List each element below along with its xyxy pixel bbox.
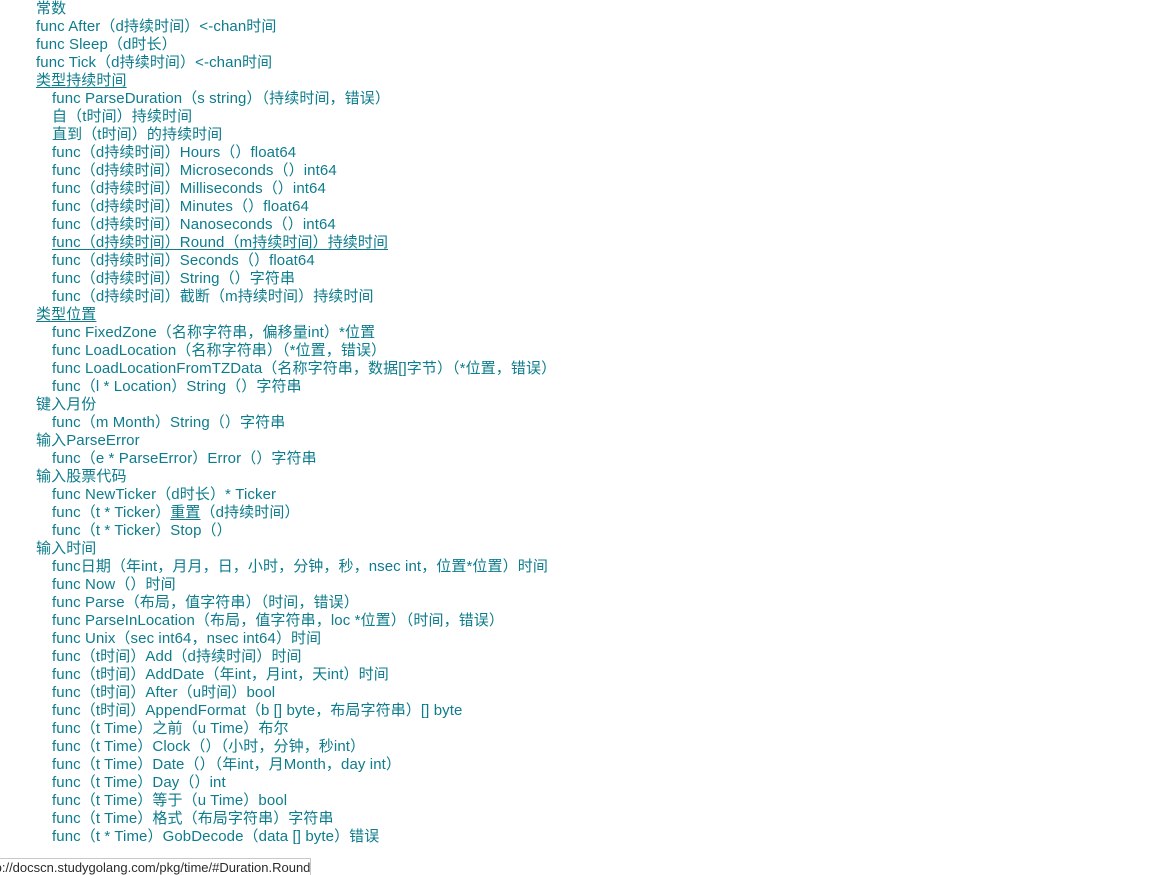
index-section-header: 输入股票代码: [0, 468, 1164, 486]
index-entry-row: 直到（t时间）的持续时间: [0, 126, 1164, 144]
index-entry-link[interactable]: func ParseDuration（s string）（持续时间，错误）: [52, 90, 390, 107]
index-entry-link[interactable]: func（d持续时间）截断（m持续时间）持续时间: [52, 288, 374, 305]
index-entry-link[interactable]: func ParseInLocation（布局，值字符串，loc *位置）（时间…: [52, 612, 504, 629]
index-entry-row: func（d持续时间）String（）字符串: [0, 270, 1164, 288]
index-entry-link[interactable]: func（t Time）Clock（）（小时，分钟，秒int）: [52, 738, 365, 755]
index-entry-row: func日期（年int，月月，日，小时，分钟，秒，nsec int，位置*位置）…: [0, 558, 1164, 576]
index-entry-link[interactable]: func（d持续时间）Nanoseconds（）int64: [52, 216, 336, 233]
index-entry-method-name[interactable]: 重置: [170, 504, 200, 521]
package-index-list: 常数 func After（d持续时间）<-chan时间 func Sleep（d时…: [0, 0, 1164, 846]
index-entry-row: func（t Time）之前（u Time）布尔: [0, 720, 1164, 738]
index-entry-link[interactable]: func（d持续时间）Microseconds（）int64: [52, 162, 337, 179]
index-section-link[interactable]: 输入股票代码: [36, 468, 127, 485]
index-entry-row: 自（t时间）持续时间: [0, 108, 1164, 126]
index-entry-link[interactable]: func（t时间）AppendFormat（b [] byte，布局字符串）[]…: [52, 702, 462, 719]
index-entry-row: func Parse（布局，值字符串）（时间，错误）: [0, 594, 1164, 612]
index-entry-link[interactable]: 自（t时间）持续时间: [52, 108, 192, 125]
index-entry-link[interactable]: func（t Time）等于（u Time）bool: [52, 792, 287, 809]
index-entry-link[interactable]: func（d持续时间）Minutes（）float64: [52, 198, 309, 215]
index-entry-link[interactable]: func（d持续时间）Milliseconds（）int64: [52, 180, 326, 197]
index-section-link[interactable]: 输入ParseError: [36, 432, 140, 449]
index-entry-link[interactable]: 直到（t时间）的持续时间: [52, 126, 222, 143]
index-entry-link[interactable]: func NewTicker（d时长）* Ticker: [52, 486, 276, 503]
index-entry-link[interactable]: func（t Time）Date（）（年int，月Month，day int）: [52, 756, 401, 773]
index-entry-link[interactable]: func Now（）时间: [52, 576, 176, 593]
index-section-header: 类型持续时间: [0, 72, 1164, 90]
index-section-header: 键入月份: [0, 396, 1164, 414]
index-entry-link[interactable]: func（d持续时间）Round（m持续时间）持续时间: [52, 234, 388, 251]
index-entry-row: func（t * Ticker）Stop（）: [0, 522, 1164, 540]
index-section-link[interactable]: 常数: [36, 0, 66, 17]
index-entry-link[interactable]: func（e * ParseError）Error（）字符串: [52, 450, 317, 467]
index-section-link[interactable]: 类型位置: [36, 306, 96, 323]
index-section-header: 类型位置: [0, 306, 1164, 324]
index-entry-link[interactable]: func（t时间）After（u时间）bool: [52, 684, 275, 701]
index-entry-row: func Tick（d持续时间）<-chan时间: [0, 54, 1164, 72]
index-entry-link[interactable]: func（t * Ticker）重置（d持续时间）: [52, 504, 300, 521]
index-section-link[interactable]: 键入月份: [36, 396, 96, 413]
index-entry-row: func（t时间）After（u时间）bool: [0, 684, 1164, 702]
index-entry-row: func（t Time）Date（）（年int，月Month，day int）: [0, 756, 1164, 774]
index-entry-link[interactable]: func Parse（布局，值字符串）（时间，错误）: [52, 594, 359, 611]
index-entry-row: func（t时间）AddDate（年int，月int，天int）时间: [0, 666, 1164, 684]
index-entry-row: func（t Time）格式（布局字符串）字符串: [0, 810, 1164, 828]
index-section-header: 输入时间: [0, 540, 1164, 558]
index-entry-link[interactable]: func（m Month）String（）字符串: [52, 414, 285, 431]
index-entry-row: func LoadLocation（名称字符串）（*位置，错误）: [0, 342, 1164, 360]
index-entry-link[interactable]: func日期（年int，月月，日，小时，分钟，秒，nsec int，位置*位置）…: [52, 558, 548, 575]
index-entry-row: func Sleep（d时长）: [0, 36, 1164, 54]
index-entry-link[interactable]: func（d持续时间）Seconds（）float64: [52, 252, 315, 269]
index-entry-row: func After（d持续时间）<-chan时间: [0, 18, 1164, 36]
index-entry-link[interactable]: func LoadLocation（名称字符串）（*位置，错误）: [52, 342, 386, 359]
index-entry-row: func（d持续时间）Minutes（）float64: [0, 198, 1164, 216]
index-entry-link[interactable]: func（t * Time）GobDecode（data [] byte）错误: [52, 828, 379, 845]
index-entry-link[interactable]: func Sleep（d时长）: [36, 36, 177, 53]
index-section-link[interactable]: 类型持续时间: [36, 72, 127, 89]
index-entry-row: func（e * ParseError）Error（）字符串: [0, 450, 1164, 468]
index-entry-row: func（l * Location）String（）字符串: [0, 378, 1164, 396]
index-entry-row: func Unix（sec int64，nsec int64）时间: [0, 630, 1164, 648]
index-entry-link[interactable]: func（d持续时间）Hours（）float64: [52, 144, 296, 161]
index-entry-row: func ParseDuration（s string）（持续时间，错误）: [0, 90, 1164, 108]
index-entry-link[interactable]: func FixedZone（名称字符串，偏移量int）*位置: [52, 324, 375, 341]
index-entry-row: func（d持续时间）截断（m持续时间）持续时间: [0, 288, 1164, 306]
browser-status-bar: tp://docscn.studygolang.com/pkg/time/#Du…: [0, 858, 312, 875]
index-entry-row: func（t时间）AppendFormat（b [] byte，布局字符串）[]…: [0, 702, 1164, 720]
index-entry-link[interactable]: func After（d持续时间）<-chan时间: [36, 18, 277, 35]
index-entry-link[interactable]: func（l * Location）String（）字符串: [52, 378, 302, 395]
index-entry-row: func（d持续时间）Round（m持续时间）持续时间: [0, 234, 1164, 252]
index-entry-row: func（d持续时间）Milliseconds（）int64: [0, 180, 1164, 198]
index-entry-row: func（t时间）Add（d持续时间）时间: [0, 648, 1164, 666]
status-bar-url: tp://docscn.studygolang.com/pkg/time/#Du…: [0, 859, 311, 875]
index-entry-row: func（t * Ticker）重置（d持续时间）: [0, 504, 1164, 522]
index-entry-row: func（m Month）String（）字符串: [0, 414, 1164, 432]
index-entry-row: func（d持续时间）Hours（）float64: [0, 144, 1164, 162]
index-entry-row: func FixedZone（名称字符串，偏移量int）*位置: [0, 324, 1164, 342]
index-entry-row: func（t Time）Day（）int: [0, 774, 1164, 792]
index-section-header: 常数: [0, 0, 1164, 18]
index-entry-link[interactable]: func（t Time）Day（）int: [52, 774, 226, 791]
index-entry-link[interactable]: func（t Time）之前（u Time）布尔: [52, 720, 289, 737]
index-entry-row: func NewTicker（d时长）* Ticker: [0, 486, 1164, 504]
index-entry-link[interactable]: func LoadLocationFromTZData（名称字符串，数据[]字节…: [52, 360, 556, 377]
index-entry-link[interactable]: func Unix（sec int64，nsec int64）时间: [52, 630, 321, 647]
index-entry-row: func（d持续时间）Seconds（）float64: [0, 252, 1164, 270]
index-entry-link[interactable]: func（t * Ticker）Stop（）: [52, 522, 232, 539]
index-entry-link[interactable]: func Tick（d持续时间）<-chan时间: [36, 54, 272, 71]
index-entry-row: func（d持续时间）Nanoseconds（）int64: [0, 216, 1164, 234]
index-entry-row: func Now（）时间: [0, 576, 1164, 594]
index-entry-link[interactable]: func（d持续时间）String（）字符串: [52, 270, 295, 287]
index-entry-link[interactable]: func（t Time）格式（布局字符串）字符串: [52, 810, 334, 827]
index-entry-row: func（t Time）Clock（）（小时，分钟，秒int）: [0, 738, 1164, 756]
index-section-header: 输入ParseError: [0, 432, 1164, 450]
index-entry-row: func LoadLocationFromTZData（名称字符串，数据[]字节…: [0, 360, 1164, 378]
index-entry-row: func（t * Time）GobDecode（data [] byte）错误: [0, 828, 1164, 846]
index-entry-link[interactable]: func（t时间）Add（d持续时间）时间: [52, 648, 302, 665]
package-index-pane: 常数 func After（d持续时间）<-chan时间 func Sleep（d时…: [0, 0, 1164, 858]
index-entry-row: func（d持续时间）Microseconds（）int64: [0, 162, 1164, 180]
index-entry-row: func ParseInLocation（布局，值字符串，loc *位置）（时间…: [0, 612, 1164, 630]
index-entry-row: func（t Time）等于（u Time）bool: [0, 792, 1164, 810]
index-section-link[interactable]: 输入时间: [36, 540, 96, 557]
index-entry-link[interactable]: func（t时间）AddDate（年int，月int，天int）时间: [52, 666, 389, 683]
